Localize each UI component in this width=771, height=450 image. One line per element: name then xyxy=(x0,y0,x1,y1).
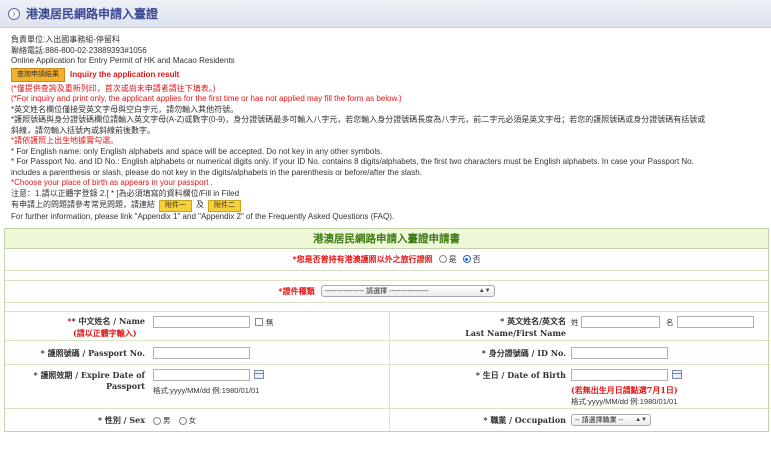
page-header: › 港澳居民網路申請入臺證 xyxy=(0,0,771,28)
rule-passport-zh: *護照號碼與身分證號碼欄位請輸入英文字母(A-Z)或數字(0-9)，身分證號碼最… xyxy=(11,115,706,124)
sex-female-radio[interactable] xyxy=(178,416,187,425)
travel-doc-no-label: 否 xyxy=(472,254,481,264)
form-grid: ** 中文姓名 / Name (請以正體字輸入) 無 * 英文姓名/英文名 La… xyxy=(5,311,771,431)
sex-label: * 性別 / Sex xyxy=(97,414,145,425)
rule-passport-zh-cont: 斜線，請勿輸入括號內或斜線前後數字。 xyxy=(11,125,155,135)
occupation-label: * 職業 / Occupation xyxy=(483,414,566,425)
expire-label: * 護照效期 / Expire Date of Passport xyxy=(33,369,145,391)
sex-options: 男 女 xyxy=(147,415,196,426)
travel-doc-yes-radio[interactable] xyxy=(438,255,447,263)
travel-doc-no-radio[interactable] xyxy=(462,255,471,263)
doc-type-select[interactable]: ----------------- 請選擇 ----------------- ▲… xyxy=(320,285,495,297)
query-result-button[interactable]: 查詢申請結果 xyxy=(11,68,65,82)
expire-format-hint: 格式:yyyy/MM/dd 例:1980/01/01 xyxy=(153,385,260,395)
intro-section: 負責單位:入出國事務組-停留科 聯絡電話:886-800-02-23889393… xyxy=(0,28,771,223)
given-name-input[interactable] xyxy=(677,315,754,328)
dob-note: (若無出生月日請點選7月1日) xyxy=(571,384,678,395)
subtitle-text: Online Application for Entry Permit of H… xyxy=(11,56,235,65)
department-text: 負責單位:入出國事務組-停留科 xyxy=(11,35,120,44)
doc-type-row: *證件種類 ----------------- 請選擇 ------------… xyxy=(5,281,768,303)
rule-english-name-zh: *英文姓名欄位僅接受英文字母與空白字元，請勿輸入其他符號。 xyxy=(11,104,239,114)
page-title: 港澳居民網路申請入臺證 xyxy=(26,7,159,21)
doc-type-label: *證件種類 xyxy=(278,285,315,296)
rule-birthplace-zh: *請依護照上出生地據實勾選。 xyxy=(11,136,119,145)
notice-zh: (*僅提供查詢及重新列印，首次或尚未申請者請往下填表。) xyxy=(11,83,216,93)
no-chinese-name-checkbox[interactable] xyxy=(255,317,263,326)
id-input[interactable] xyxy=(571,346,668,359)
dob-format-hint: 格式:yyyy/MM/dd 例:1980/01/01 xyxy=(571,396,678,406)
travel-doc-question: *您是否曾持有港澳護照以外之旅行證照 xyxy=(292,253,433,264)
surname-label: 姓 xyxy=(571,317,579,327)
dob-input[interactable] xyxy=(571,368,668,381)
and-text: 及 xyxy=(196,200,204,210)
chinese-name-cell: ** 中文姓名 / Name (請以正體字輸入) 無 xyxy=(5,311,390,341)
rule-passport-en-cont: includes a parenthesis or slash, please … xyxy=(11,167,422,177)
passport-input[interactable] xyxy=(153,346,250,359)
expire-cell: * 護照效期 / Expire Date of Passport 格式:yyyy… xyxy=(5,364,390,409)
notice-en: (*For inquiry and print only, the applic… xyxy=(11,94,402,103)
occupation-select[interactable]: -- 請選擇職業 -- ▲▼ xyxy=(571,413,651,426)
form-header: 港澳居民網路申請入臺證申請書 xyxy=(5,228,768,249)
rule-birthplace-en: *Choose your place of birth as appears i… xyxy=(11,178,213,187)
english-name-label: * 英文姓名/英文名 xyxy=(500,315,566,326)
sex-cell: * 性別 / Sex 男 女 xyxy=(5,408,390,431)
english-name-sub-label: Last Name/First Name xyxy=(465,327,566,338)
dob-label: * 生日 / Date of Birth xyxy=(475,369,566,380)
chinese-name-note: (請以正體字輸入) xyxy=(73,327,137,338)
sex-male-label: 男 xyxy=(163,415,171,425)
select-arrow-icon: ▲▼ xyxy=(635,416,647,423)
calendar-icon[interactable] xyxy=(254,369,264,379)
english-name-cell: * 英文姓名/英文名 Last Name/First Name 姓 名 xyxy=(390,312,771,341)
chinese-name-input[interactable] xyxy=(153,315,250,328)
appendix2-link[interactable]: 附件二 xyxy=(208,199,241,212)
faq-en-text: For further information, please link "Ap… xyxy=(11,212,395,221)
notice-note: 注意：1.請以正體字登錄 2.[ * ]為必須填寫的資料欄位/Fill in F… xyxy=(11,188,240,198)
query-result-label: Inquiry the application result xyxy=(70,69,180,79)
given-name-label: 名 xyxy=(666,317,674,327)
rule-english-name-en: * For English name: only English alphabe… xyxy=(11,146,383,156)
travel-doc-row: *您是否曾持有港澳護照以外之旅行證照 是 否 xyxy=(5,249,768,271)
appendix1-link[interactable]: 附件一 xyxy=(159,199,192,212)
rule-passport-en: * For Passport No. and ID No.: English a… xyxy=(11,157,694,166)
calendar-icon[interactable] xyxy=(672,369,682,379)
occupation-cell: * 職業 / Occupation -- 請選擇職業 -- ▲▼ xyxy=(390,409,771,431)
dob-cell: * 生日 / Date of Birth (若無出生月日請點選7月1日) 格式:… xyxy=(390,365,771,409)
faq-zh-line: 有申請上的問題請參考常見問題，請連結 附件一 及 附件二 xyxy=(11,199,760,212)
application-form: 港澳居民網路申請入臺證申請書 *您是否曾持有港澳護照以外之旅行證照 是 否 *證… xyxy=(4,227,771,432)
chevron-right-icon: › xyxy=(8,7,20,20)
surname-input[interactable] xyxy=(581,315,660,328)
faq-zh-text: 有申請上的問題請參考常見問題，請連結 xyxy=(11,200,155,210)
select-arrow-icon: ▲▼ xyxy=(478,288,491,294)
passport-cell: * 護照號碼 / Passport No. xyxy=(5,340,390,365)
travel-doc-yes-label: 是 xyxy=(448,254,457,264)
id-cell: * 身分證號碼 / ID No. xyxy=(390,341,771,365)
id-label: * 身分證號碼 / ID No. xyxy=(481,347,566,358)
chinese-name-label: ** 中文姓名 / Name xyxy=(67,315,145,326)
phone-text: 聯絡電話:886-800-02-23889393#1056 xyxy=(11,45,147,55)
sex-female-label: 女 xyxy=(188,415,197,425)
passport-label: * 護照號碼 / Passport No. xyxy=(40,347,145,358)
sex-male-radio[interactable] xyxy=(153,416,161,425)
no-chinese-name-label: 無 xyxy=(266,317,274,327)
expire-input[interactable] xyxy=(153,368,250,381)
